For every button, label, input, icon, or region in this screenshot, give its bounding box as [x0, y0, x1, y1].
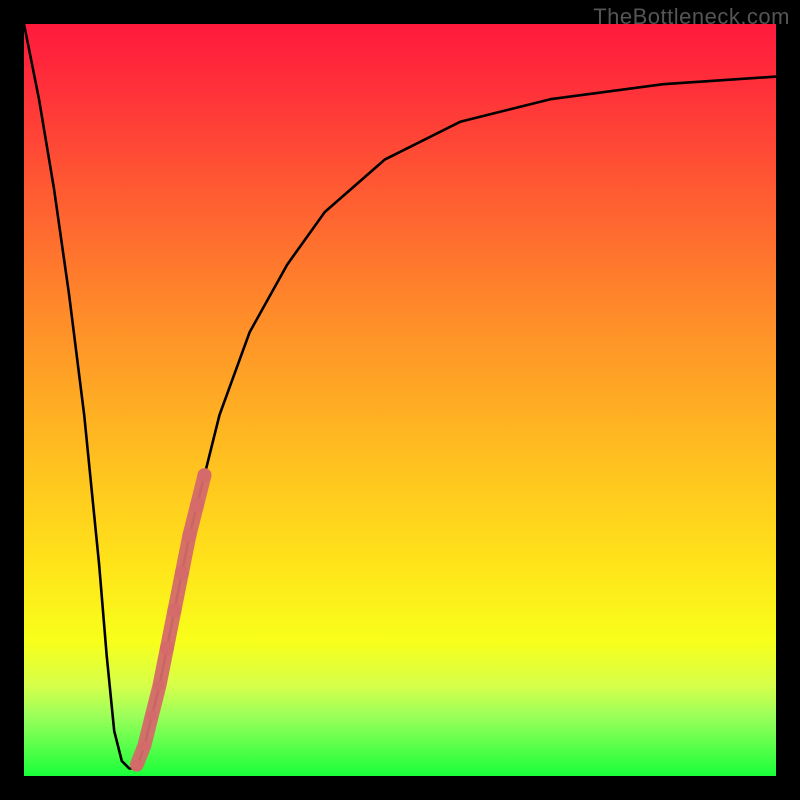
bottleneck-curve: [24, 24, 776, 769]
highlight-point: [198, 468, 212, 482]
highlight-segment: [137, 475, 205, 765]
highlight-point: [132, 760, 142, 770]
highlight-point: [167, 604, 181, 618]
highlight-point: [160, 641, 174, 655]
highlight-point: [182, 528, 196, 542]
curve-layer: [24, 24, 776, 776]
highlight-points: [132, 468, 212, 770]
chart-frame: TheBottleneck.com: [0, 0, 800, 800]
highlight-point: [175, 566, 189, 580]
watermark-text: TheBottleneck.com: [593, 4, 790, 30]
highlight-point: [154, 681, 164, 691]
highlight-point: [190, 498, 204, 512]
highlight-point: [147, 711, 157, 721]
plot-area: [24, 24, 776, 776]
highlight-point: [139, 741, 149, 751]
